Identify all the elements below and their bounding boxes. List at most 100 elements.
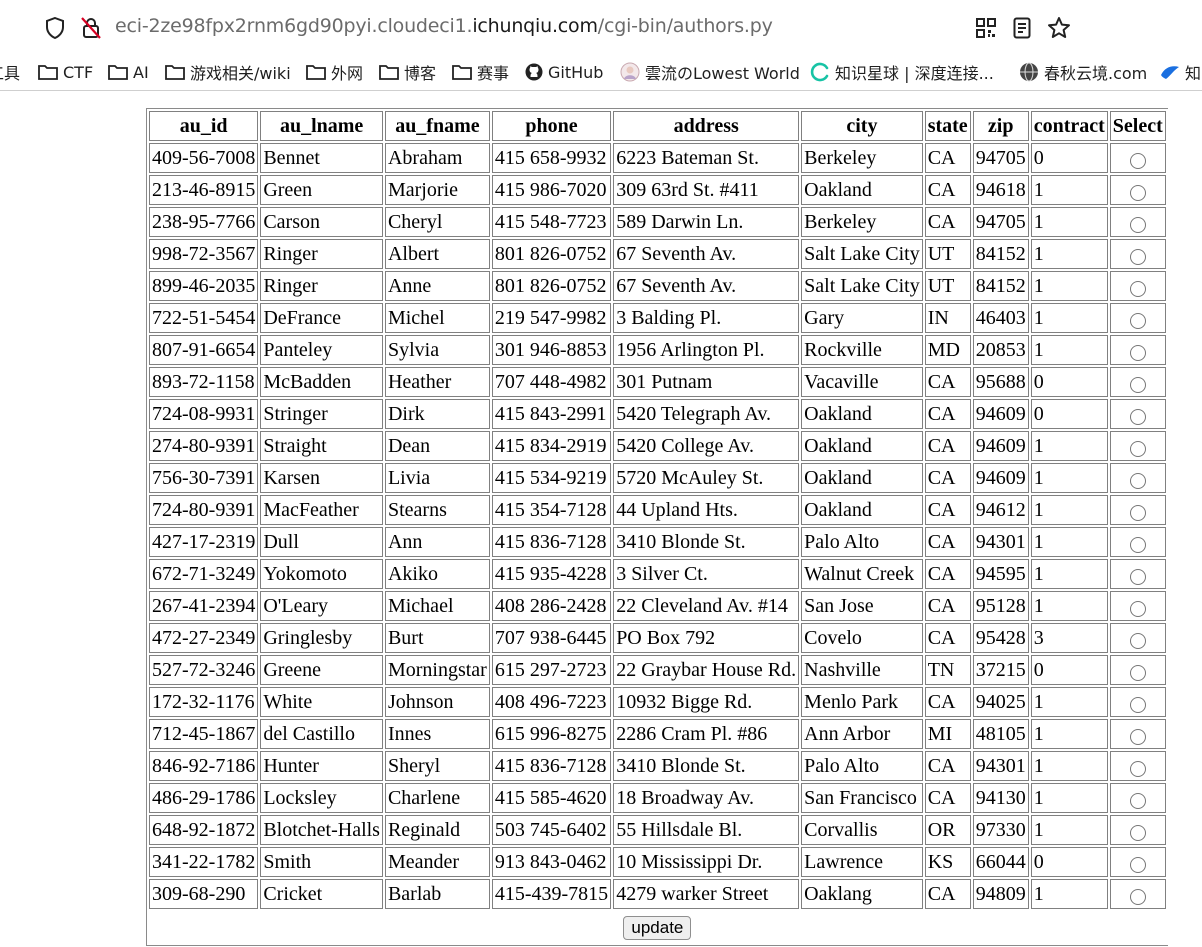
select-radio[interactable] — [1129, 888, 1146, 905]
cell-au-id: 267-41-2394 — [149, 591, 259, 621]
cell-phone: 801 826-0752 — [491, 239, 612, 269]
cell-au-id: 846-92-7186 — [149, 751, 259, 781]
cell-zip: 94301 — [972, 527, 1029, 557]
cell-select — [1109, 719, 1166, 749]
bookmark-item-ai[interactable]: AI — [108, 60, 149, 84]
cell-address: 4279 warker Street — [613, 879, 800, 909]
cell-au-id: 724-80-9391 — [149, 495, 259, 525]
select-radio[interactable] — [1129, 696, 1146, 713]
cell-contract: 1 — [1030, 687, 1108, 717]
bookmark-item-ctf[interactable]: CTF — [38, 60, 93, 84]
select-radio[interactable] — [1129, 312, 1146, 329]
select-radio[interactable] — [1129, 760, 1146, 777]
cell-contract: 1 — [1030, 591, 1108, 621]
cell-select — [1109, 303, 1166, 333]
select-radio[interactable] — [1129, 472, 1146, 489]
bookmark-label: 赛事 — [477, 64, 510, 83]
reader-view-icon[interactable] — [1011, 16, 1033, 40]
select-radio[interactable] — [1129, 184, 1146, 201]
cell-state: UT — [924, 271, 971, 301]
select-radio[interactable] — [1129, 504, 1146, 521]
bookmarks-bar: 工具 CTF AI 游戏相关/wiki 外网 博客 赛事 GitHub 雲流のL… — [0, 56, 1202, 88]
cell-state: CA — [924, 879, 971, 909]
cell-au-lname: DeFrance — [260, 303, 383, 333]
cell-city: Salt Lake City — [801, 239, 923, 269]
cell-phone: 801 826-0752 — [491, 271, 612, 301]
select-radio[interactable] — [1129, 280, 1146, 297]
cell-address: 309 63rd St. #411 — [613, 175, 800, 205]
bookmark-item-game-wiki[interactable]: 游戏相关/wiki — [165, 60, 291, 84]
cell-au-fname: Ann — [384, 527, 490, 557]
select-radio[interactable] — [1129, 664, 1146, 681]
cell-city: Menlo Park — [801, 687, 923, 717]
cell-city: Oakland — [801, 431, 923, 461]
cell-contract: 1 — [1030, 431, 1108, 461]
select-radio[interactable] — [1129, 600, 1146, 617]
cell-au-id: 807-91-6654 — [149, 335, 259, 365]
update-button[interactable]: update — [623, 916, 692, 940]
cell-state: CA — [924, 783, 971, 813]
select-radio[interactable] — [1129, 728, 1146, 745]
cell-state: CA — [924, 591, 971, 621]
select-radio[interactable] — [1129, 408, 1146, 425]
bookmark-item-zsxq[interactable]: 知识星球 | 深度连接... — [810, 60, 994, 84]
cell-au-fname: Akiko — [384, 559, 490, 589]
cell-city: Oakland — [801, 463, 923, 493]
cell-city: Berkeley — [801, 207, 923, 237]
cell-au-id: 648-92-1872 — [149, 815, 259, 845]
cell-contract: 1 — [1030, 463, 1108, 493]
qr-code-icon[interactable] — [975, 17, 997, 39]
star-bookmark-icon[interactable] — [1046, 15, 1072, 41]
cell-phone: 503 745-6402 — [491, 815, 612, 845]
select-radio[interactable] — [1129, 568, 1146, 585]
bookmark-item-zhi[interactable]: 知 — [1160, 60, 1201, 84]
cell-au-id: 309-68-290 — [149, 879, 259, 909]
cell-contract: 1 — [1030, 303, 1108, 333]
bookmark-item-lowest-world[interactable]: 雲流のLowest World — [620, 60, 800, 84]
table-row: 807-91-6654 Panteley Sylvia 301 946-8853 195… — [149, 335, 1166, 365]
bookmark-item-events[interactable]: 赛事 — [452, 60, 509, 84]
table-row: 472-27-2349 Gringlesby Burt 707 938-6445 PO … — [149, 623, 1166, 653]
url-path: /cgi-bin/authors.py — [597, 15, 773, 37]
cell-city: Ann Arbor — [801, 719, 923, 749]
url-text[interactable]: eci-2ze98fpx2rnm6gd90pyi.cloudeci1.ichun… — [115, 15, 773, 37]
select-radio[interactable] — [1129, 536, 1146, 553]
cell-address: 6223 Bateman St. — [613, 143, 800, 173]
cell-address: 589 Darwin Ln. — [613, 207, 800, 237]
folder-icon — [306, 64, 326, 80]
cell-state: TN — [924, 655, 971, 685]
cell-au-lname: MacFeather — [260, 495, 383, 525]
folder-icon — [379, 64, 399, 80]
cell-address: 1956 Arlington Pl. — [613, 335, 800, 365]
cell-select — [1109, 751, 1166, 781]
bookmark-label: 工具 — [0, 64, 21, 83]
cell-au-id: 213-46-8915 — [149, 175, 259, 205]
table-row: 893-72-1158 McBadden Heather 707 448-4982 30… — [149, 367, 1166, 397]
insecure-lock-icon[interactable] — [78, 15, 104, 41]
select-radio[interactable] — [1129, 376, 1146, 393]
cell-phone: 415 354-7128 — [491, 495, 612, 525]
select-radio[interactable] — [1129, 440, 1146, 457]
select-radio[interactable] — [1129, 632, 1146, 649]
cell-au-id: 341-22-1782 — [149, 847, 259, 877]
cell-city: Covelo — [801, 623, 923, 653]
bookmark-item-blog[interactable]: 博客 — [379, 60, 436, 84]
cell-au-id: 756-30-7391 — [149, 463, 259, 493]
cell-state: MI — [924, 719, 971, 749]
table-footer-row: update — [149, 911, 1166, 943]
select-radio[interactable] — [1129, 248, 1146, 265]
bookmark-item-tools[interactable]: 工具 — [0, 60, 20, 84]
select-radio[interactable] — [1129, 824, 1146, 841]
cell-phone: 301 946-8853 — [491, 335, 612, 365]
cell-zip: 84152 — [972, 271, 1029, 301]
select-radio[interactable] — [1129, 856, 1146, 873]
cell-au-lname: del Castillo — [260, 719, 383, 749]
shield-icon[interactable] — [43, 16, 67, 40]
select-radio[interactable] — [1129, 216, 1146, 233]
select-radio[interactable] — [1129, 792, 1146, 809]
select-radio[interactable] — [1129, 152, 1146, 169]
bookmark-item-github[interactable]: GitHub — [525, 60, 603, 84]
select-radio[interactable] — [1129, 344, 1146, 361]
bookmark-item-external[interactable]: 外网 — [306, 60, 363, 84]
bookmark-item-chunqiu[interactable]: 春秋云境.com — [1019, 60, 1147, 84]
